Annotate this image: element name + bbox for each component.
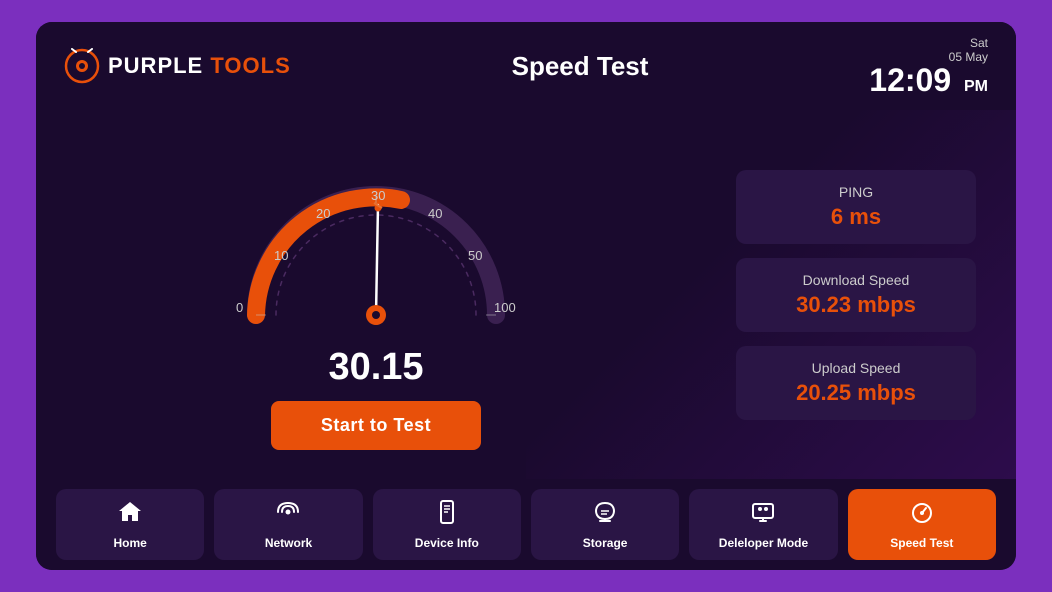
gauge-label-40: 40 [428,206,442,221]
logo-tools: TOOLS [210,53,290,78]
stat-label-ping: PING [760,184,952,200]
clock-hour: 12:09 [869,62,951,98]
gauge-label-100: 100 [494,300,516,315]
nav-label-network: Network [265,536,312,550]
nav-item-network[interactable]: Network [214,489,362,560]
logo-text: PURPLE TOOLS [108,53,291,79]
gauge-label-50: 50 [468,248,482,263]
stat-label-upload: Upload Speed [760,360,952,376]
stat-value-download: 30.23 mbps [760,292,952,318]
nav-item-home[interactable]: Home [56,489,204,560]
nav-item-speed-test[interactable]: Speed Test [848,489,996,560]
developer-mode-icon [750,499,776,530]
gauge-label-20: 20 [316,206,330,221]
clock-ampm: PM [964,78,988,95]
gauge-label-0: 0 [236,300,243,315]
nav-label-speed-test: Speed Test [890,536,953,550]
tv-frame: PURPLE TOOLS Speed Test Sat 05 May 12:09… [36,22,1016,570]
clock-date: Sat 05 May [869,36,988,64]
header-title: Speed Test [512,51,649,82]
gauge-svg [226,140,526,340]
main-content: 0 10 20 30 40 50 100 30.15 Start to Test… [36,110,1016,479]
start-test-button[interactable]: Start to Test [271,401,481,450]
clock-area: Sat 05 May 12:09 PM [869,36,988,96]
gauge-label-10: 10 [274,248,288,263]
clock-day: Sat [970,36,988,50]
logo: PURPLE TOOLS [64,48,291,84]
device-info-icon [434,499,460,530]
stat-value-ping: 6 ms [760,204,952,230]
nav-item-storage[interactable]: Storage [531,489,679,560]
gauge-label-30: 30 [371,188,385,203]
stat-label-download: Download Speed [760,272,952,288]
nav-bar: Home Network Devi [36,479,1016,570]
stats-area: PING 6 ms Download Speed 30.23 mbps Uplo… [736,170,976,420]
network-icon [275,499,301,530]
speed-value: 30.15 [328,346,423,389]
speed-test-icon [909,499,935,530]
home-icon [117,499,143,530]
stat-card-upload: Upload Speed 20.25 mbps [736,346,976,420]
clock-time: 12:09 PM [869,64,988,96]
nav-item-device-info[interactable]: Device Info [373,489,521,560]
nav-label-home: Home [113,536,146,550]
nav-item-developer-mode[interactable]: Deleloper Mode [689,489,837,560]
nav-label-developer-mode: Deleloper Mode [719,536,808,550]
logo-icon [64,48,100,84]
storage-icon [592,499,618,530]
nav-label-storage: Storage [583,536,628,550]
stat-value-upload: 20.25 mbps [760,380,952,406]
stat-card-download: Download Speed 30.23 mbps [736,258,976,332]
header: PURPLE TOOLS Speed Test Sat 05 May 12:09… [36,22,1016,110]
gauge-container: 0 10 20 30 40 50 100 [226,140,526,340]
nav-label-device-info: Device Info [415,536,479,550]
logo-purple: PURPLE [108,53,203,78]
speedometer-area: 0 10 20 30 40 50 100 30.15 Start to Test [56,140,696,450]
stat-card-ping: PING 6 ms [736,170,976,244]
